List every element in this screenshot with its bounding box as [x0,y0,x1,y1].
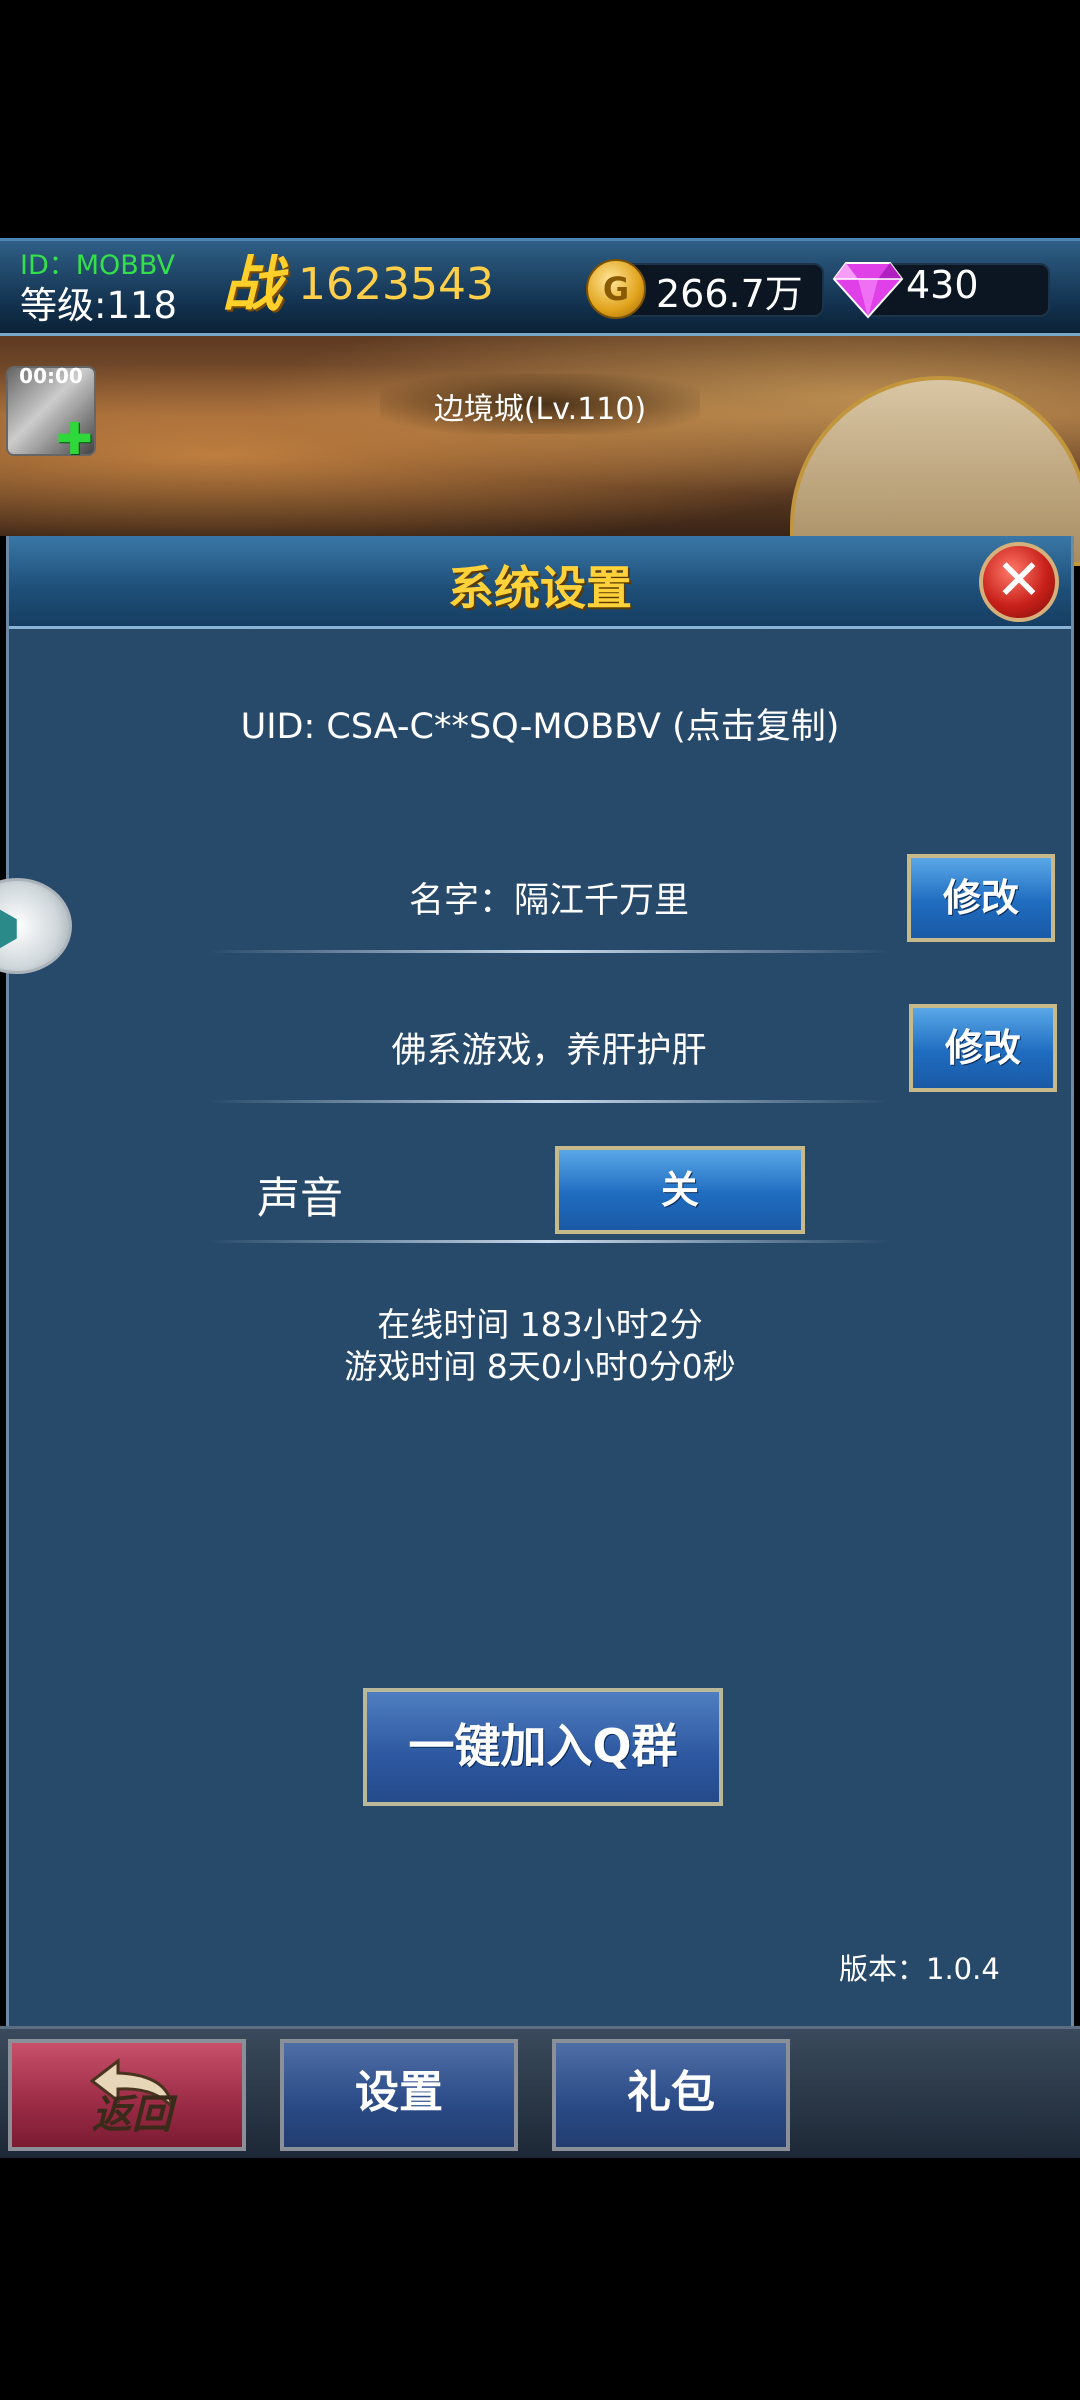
back-label: 返回 [92,2092,172,2138]
divider [209,1100,889,1103]
gold-coin-icon: G [586,259,646,319]
divider [209,950,889,953]
system-settings-dialog: 系统设置 ✕ UID: CSA-C**SQ-MOBBV (点击复制) 名字：隔江… [6,536,1074,2026]
diamond-icon [832,262,904,319]
cube-icon: ⬢ [0,903,25,953]
combat-power-value: 1623543 [298,259,494,310]
sound-label: 声音 [257,1174,343,1224]
game-time: 游戏时间 8天0小时0分0秒 [344,1347,736,1386]
gem-value: 430 [906,263,979,307]
buff-timer: 00:00 [19,364,83,388]
divider [209,1240,889,1243]
settings-tab[interactable]: 设置 [280,2039,518,2151]
version-text: 版本：1.0.4 [839,1952,1000,1986]
edit-name-button[interactable]: 修改 [907,854,1055,942]
uid-copy-text[interactable]: UID: CSA-C**SQ-MOBBV (点击复制) [9,698,1071,749]
player-level: 等级:118 [20,284,178,327]
bottom-nav-bar: 返回 设置 礼包 [0,2026,1080,2158]
top-status-bar: ID：MOBBV 等级:118 战 1623543 G 266.7万 430 [0,238,1080,336]
edit-signature-button[interactable]: 修改 [909,1004,1057,1092]
dialog-header: 系统设置 ✕ [9,536,1071,629]
player-name: 名字：隔江千万里 [408,881,689,921]
power-icon: 战 [222,250,282,320]
city-name: 边境城(Lv.110) [433,392,647,427]
player-signature: 佛系游戏，养肝护肝 [391,1031,707,1071]
gift-tab[interactable]: 礼包 [552,2039,790,2151]
dialog-title: 系统设置 [448,561,632,615]
close-icon[interactable]: ✕ [979,542,1059,622]
city-banner: 00:00 ✚ 边境城(Lv.110) [0,336,1080,566]
sound-toggle-button[interactable]: 关 [555,1146,805,1234]
plus-icon[interactable]: ✚ [56,418,93,462]
city-nameplate: 边境城(Lv.110) [380,374,700,434]
join-qq-group-button[interactable]: 一键加入Q群 [363,1688,723,1806]
online-time: 在线时间 183小时2分 [377,1305,703,1344]
gold-value: 266.7万 [656,272,803,316]
back-button[interactable]: 返回 [8,2039,246,2151]
